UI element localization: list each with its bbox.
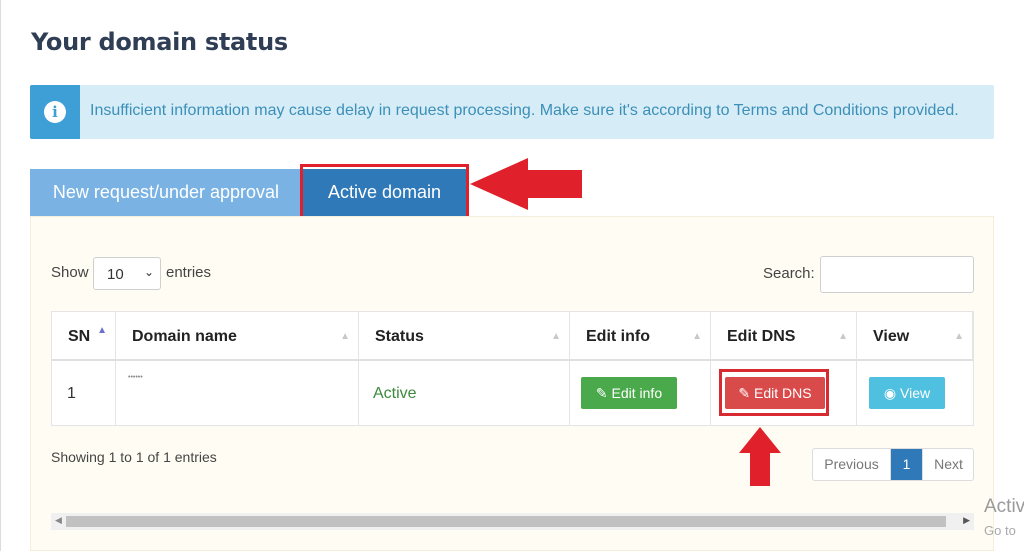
- scroll-right-arrow-icon[interactable]: ▶: [963, 515, 970, 526]
- cell-sn: 1: [52, 361, 116, 425]
- cell-domain-name: ••••••: [116, 361, 359, 425]
- column-header-sn[interactable]: SN ▲: [52, 312, 116, 361]
- domain-table: SN ▲ Domain name ▲︎ Status ▲ Edit info ▲…: [51, 311, 974, 426]
- pagination-page-1[interactable]: 1: [891, 449, 922, 480]
- column-header-edit-info[interactable]: Edit info ▲: [570, 312, 711, 361]
- column-header-domain-name[interactable]: Domain name ▲︎: [116, 312, 359, 361]
- view-button[interactable]: ◉ View: [869, 377, 945, 409]
- length-value: 10: [107, 266, 124, 283]
- sort-icon: ▲: [551, 331, 561, 342]
- sort-icon: ▲: [692, 331, 702, 342]
- annotation-arrow-left-icon: [470, 158, 582, 210]
- annotation-arrow-up-icon: [739, 427, 781, 486]
- cell-view: ◉ View: [857, 361, 973, 425]
- scrollbar-thumb[interactable]: [66, 516, 946, 527]
- sort-icon: ▲: [838, 331, 848, 342]
- cell-status: Active: [359, 361, 570, 425]
- column-header-status[interactable]: Status ▲: [359, 312, 570, 361]
- pagination-previous[interactable]: Previous: [813, 449, 891, 480]
- column-header-view[interactable]: View ▲: [857, 312, 973, 361]
- page-title: Your domain status: [31, 28, 288, 56]
- edit-info-button[interactable]: ✎ Edit info: [581, 377, 677, 409]
- show-label: Show: [51, 264, 89, 281]
- entries-length-select[interactable]: 10 ⌄: [93, 257, 161, 290]
- info-alert: i Insufficient information may cause del…: [30, 85, 994, 139]
- view-label: View: [900, 385, 931, 401]
- domain-name-value: ••••••: [128, 374, 143, 381]
- horizontal-scrollbar[interactable]: ◀ ▶: [51, 513, 974, 530]
- search-input[interactable]: [820, 256, 974, 293]
- column-label: Domain name: [132, 328, 237, 345]
- alert-icon-box: i: [30, 85, 80, 139]
- edit-info-label: Edit info: [611, 385, 663, 401]
- sort-icon: ▲︎: [340, 331, 350, 342]
- cell-edit-info: ✎ Edit info: [570, 361, 711, 425]
- chevron-down-icon: ⌄: [143, 265, 154, 279]
- alert-text: Insufficient information may cause delay…: [90, 102, 959, 119]
- table-info-text: Showing 1 to 1 of 1 entries: [51, 449, 217, 465]
- edit-icon: ✎: [595, 385, 608, 401]
- column-label: Edit DNS: [727, 328, 796, 345]
- active-tab-highlight-box: [300, 164, 469, 220]
- column-label: Edit info: [586, 328, 650, 345]
- column-label: SN: [68, 328, 91, 345]
- activation-watermark-subtitle: Go to: [984, 523, 1016, 538]
- column-label: Status: [375, 328, 424, 345]
- status-value: Active: [373, 385, 417, 402]
- sn-value: 1: [67, 385, 76, 402]
- pagination-next[interactable]: Next: [922, 449, 974, 480]
- edit-dns-highlight-box: [719, 369, 829, 416]
- column-label: View: [873, 328, 910, 345]
- page-left-border: [0, 0, 1, 551]
- sort-asc-icon: ▲: [97, 325, 107, 336]
- eye-icon: ◉: [883, 385, 897, 401]
- search-label: Search:: [763, 265, 815, 282]
- pagination: Previous 1 Next: [812, 448, 974, 481]
- activation-watermark-title: Activ: [984, 496, 1024, 517]
- column-header-edit-dns[interactable]: Edit DNS ▲: [711, 312, 857, 361]
- tab-new-request[interactable]: New request/under approval: [30, 169, 302, 216]
- sort-icon: ▲: [954, 331, 964, 342]
- scroll-left-arrow-icon[interactable]: ◀: [55, 515, 62, 526]
- entries-label: entries: [166, 264, 212, 281]
- info-circle-icon: i: [44, 101, 66, 123]
